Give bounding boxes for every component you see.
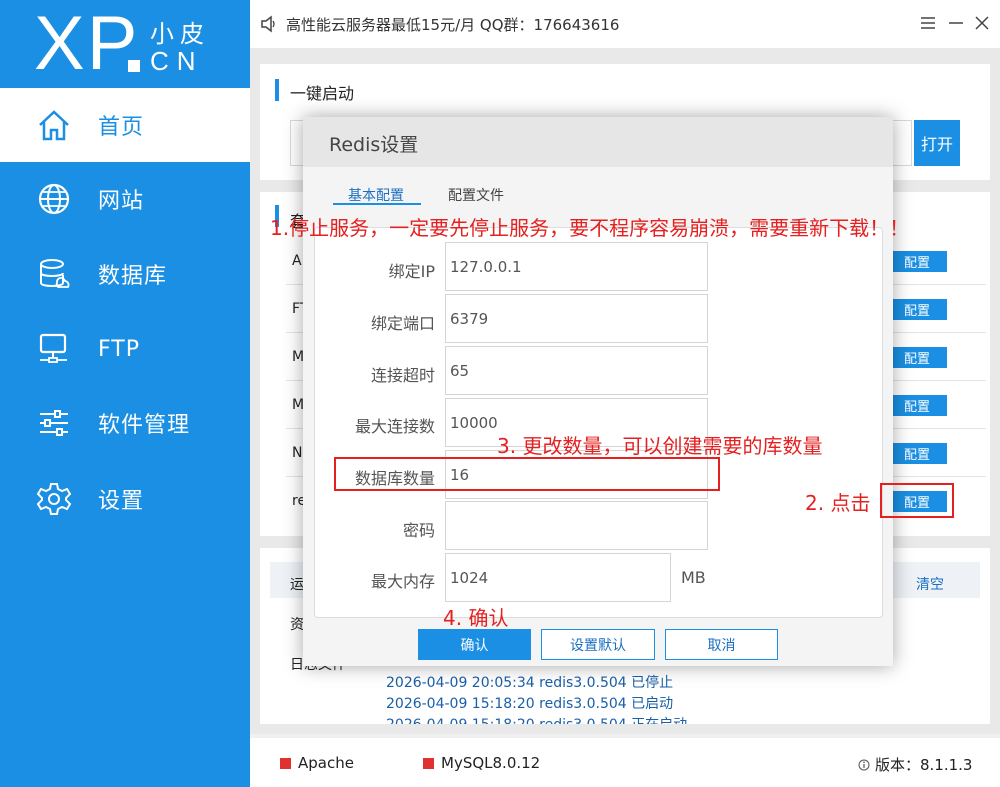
password-label: 密码 [402, 521, 435, 540]
stopped-indicator [423, 757, 434, 769]
annotation-highlight-config-button [880, 483, 954, 518]
annotation-step4: 4. 确认 [443, 606, 509, 630]
sidebar-item-label: FTP [98, 336, 140, 362]
minimize-icon[interactable] [946, 13, 966, 33]
sidebar-item-home[interactable]: 首页 [0, 88, 250, 162]
sidebar-item-label: 首页 [98, 115, 145, 140]
service-name: A [292, 253, 302, 269]
stopped-indicator [280, 757, 291, 769]
dialog-title: Redis设置 [329, 134, 419, 156]
annotation-step3: 3. 更改数量，可以创建需要的库数量 [497, 434, 823, 458]
info-icon [858, 759, 870, 771]
speaker-icon [260, 15, 278, 33]
logo-text: XP [34, 1, 140, 86]
bind-ip-input[interactable]: 127.0.0.1 [445, 242, 708, 291]
annotation-highlight-database-count [334, 457, 720, 491]
cancel-button[interactable]: 取消 [665, 629, 778, 660]
globe-icon [36, 181, 72, 217]
max-connections-label: 最大连接数 [354, 417, 435, 436]
notice-text[interactable]: 高性能云服务器最低15元/月 QQ群：176643616 [286, 14, 619, 35]
quick-start-title: 一键启动 [290, 84, 355, 103]
open-button[interactable]: 打开 [914, 120, 960, 166]
sidebar-item-software[interactable]: 软件管理 [0, 386, 250, 460]
sidebar-item-label: 网站 [98, 189, 145, 214]
memory-unit: MB [681, 568, 706, 587]
log-tab-label[interactable]: 运 [290, 574, 304, 594]
timeout-label: 连接超时 [370, 366, 435, 385]
sidebar-item-label: 数据库 [98, 264, 168, 289]
log-line: 2026-04-09 15:18:20 redis3.0.504 正在启动 [386, 714, 687, 724]
annotation-step1: 1.停止服务，一定要先停止服务，要不程序容易崩溃，需要重新下载！！ [270, 216, 910, 240]
database-icon [36, 256, 72, 292]
sidebar-item-database[interactable]: 数据库 [0, 237, 250, 311]
sliders-icon [36, 405, 72, 441]
bind-ip-label: 绑定IP [388, 262, 435, 281]
set-default-button[interactable]: 设置默认 [541, 629, 655, 660]
sidebar-item-ftp[interactable]: FTP [0, 312, 250, 386]
sidebar-item-label: 软件管理 [98, 413, 191, 438]
bind-port-input[interactable]: 6379 [445, 294, 708, 343]
monitor-icon [36, 331, 72, 367]
section-marker [275, 79, 279, 101]
sidebar-item-settings[interactable]: 设置 [0, 462, 250, 536]
version-info: 版本：8.1.1.3 [858, 754, 972, 775]
mysql-label: MySQL8.0.12 [441, 754, 541, 772]
sidebar-item-label: 设置 [98, 489, 145, 514]
password-input[interactable] [445, 501, 708, 550]
config-button[interactable]: 配置 [887, 299, 947, 320]
logo: XP 小皮 CN [0, 0, 250, 87]
log-line: 2026-04-09 20:05:34 redis3.0.504 已停止 [386, 675, 674, 691]
bind-port-label: 绑定端口 [370, 314, 435, 333]
clear-link[interactable]: 清空 [916, 574, 944, 594]
config-button[interactable]: 配置 [887, 443, 947, 464]
config-button[interactable]: 配置 [887, 347, 947, 368]
config-button[interactable]: 配置 [887, 395, 947, 416]
max-memory-input[interactable]: 1024 [445, 553, 671, 602]
max-memory-label: 最大内存 [370, 572, 435, 591]
title-bar: 高性能云服务器最低15元/月 QQ群：176643616 [250, 0, 1000, 48]
gear-icon [36, 481, 72, 517]
active-tab-indicator [333, 203, 421, 205]
tab-basic-config[interactable]: 基本配置 [348, 185, 404, 205]
logo-dot [128, 60, 140, 72]
config-button[interactable]: 配置 [887, 251, 947, 272]
logo-cn-bottom: CN [150, 46, 204, 76]
close-icon[interactable] [972, 13, 992, 33]
version-label: 版本：8.1.1.3 [875, 756, 973, 774]
log-row-label: 资 [290, 617, 304, 633]
menu-icon[interactable] [918, 13, 938, 33]
sidebar: XP 小皮 CN 首页 网站 数据库 FTP 软件管理 设置 [0, 0, 250, 787]
service-name: N [292, 445, 303, 461]
dialog-header[interactable]: Redis设置 [303, 117, 893, 167]
apache-status: Apache [280, 754, 354, 772]
sidebar-item-website[interactable]: 网站 [0, 162, 250, 236]
home-icon [36, 107, 72, 143]
annotation-step2: 2. 点击 [805, 491, 871, 515]
log-line: 2026-04-09 15:18:20 redis3.0.504 已启动 [386, 696, 674, 712]
status-bar: Apache MySQL8.0.12 版本：8.1.1.3 [250, 738, 1000, 787]
apache-label: Apache [298, 754, 354, 772]
timeout-input[interactable]: 65 [445, 346, 708, 395]
confirm-button[interactable]: 确认 [418, 629, 531, 660]
mysql-status: MySQL8.0.12 [423, 754, 540, 772]
logo-cn-top: 小皮 [150, 20, 210, 48]
tab-config-file[interactable]: 配置文件 [448, 185, 504, 205]
